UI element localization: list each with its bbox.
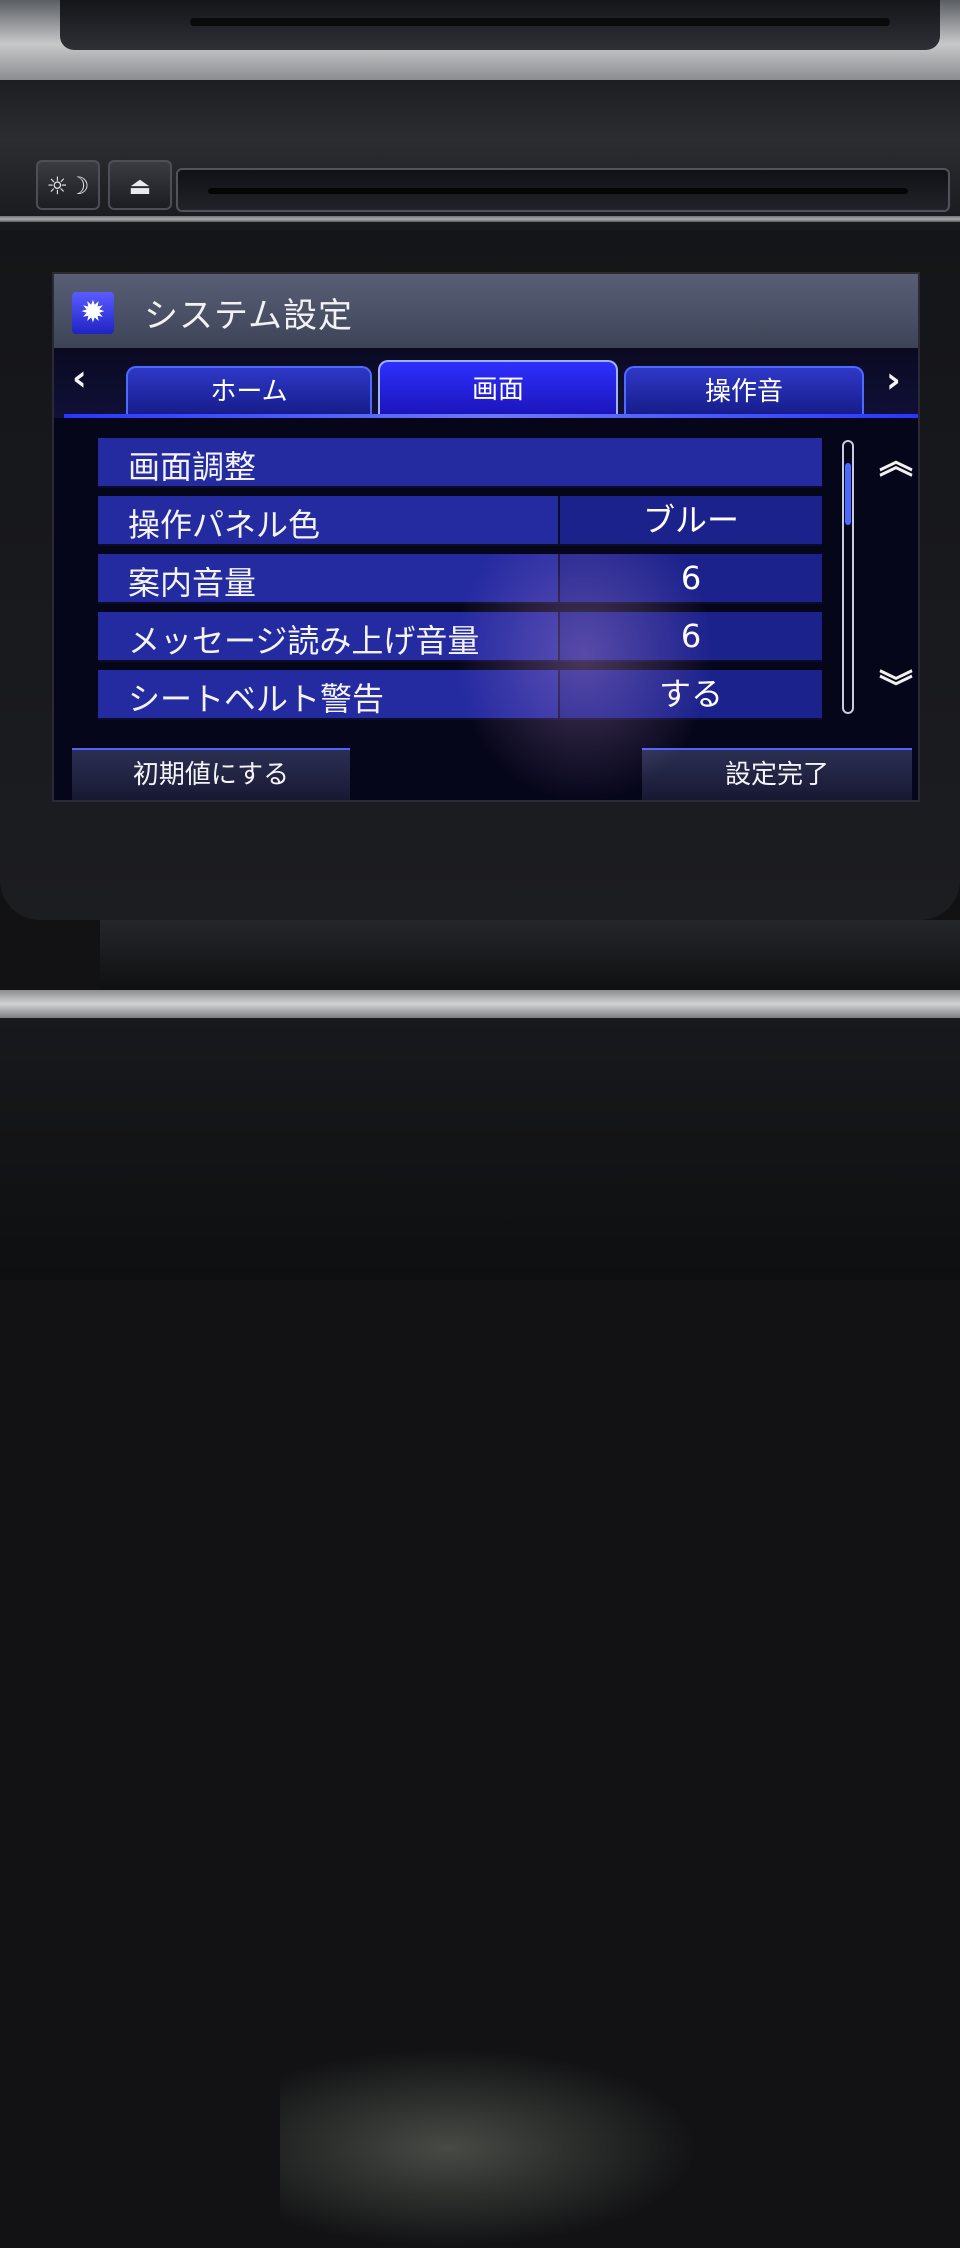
gear-icon: ✹ (72, 292, 114, 334)
page-down-icon[interactable]: ︾ (874, 668, 918, 712)
setting-row-panel-color[interactable]: 操作パネル色 ブルー (98, 496, 822, 546)
eject-icon: ⏏ (128, 172, 152, 200)
tab-operation-sound[interactable]: 操作音 (624, 366, 864, 414)
lower-panel (0, 1018, 960, 2248)
reset-defaults-button[interactable]: 初期値にする (72, 748, 350, 800)
tab-prev-icon[interactable]: ‹ (72, 358, 87, 399)
setting-label: シートベルト警告 (128, 680, 385, 718)
chrome-line (0, 216, 960, 222)
page-title: システム設定 (144, 296, 353, 336)
day-night-button[interactable]: ☼☽ (36, 160, 100, 210)
dashboard-trim-top (0, 0, 960, 80)
reflection (280, 2048, 700, 2248)
setting-label: 操作パネル色 (128, 506, 321, 544)
air-vent (60, 0, 940, 50)
tab-underline (64, 414, 918, 418)
tab-next-icon[interactable]: › (886, 360, 901, 401)
settings-done-label: 設定完了 (724, 760, 829, 790)
tab-screen[interactable]: 画面 (378, 360, 618, 416)
page-up-icon[interactable]: ︽ (874, 442, 918, 486)
setting-label: 案内音量 (128, 564, 257, 602)
navigation-screen: ✹ システム設定 ‹ ホーム 画面 操作音 › 画面調整 操作パネル色 ブルー … (52, 272, 920, 802)
dashboard-shelf (100, 920, 960, 990)
setting-row-seatbelt-warning[interactable]: シートベルト警告 する (98, 670, 822, 720)
setting-row-guidance-volume[interactable]: 案内音量 6 (98, 554, 822, 604)
setting-value: する (558, 670, 822, 718)
setting-label: 画面調整 (128, 448, 257, 486)
scrollbar-thumb[interactable] (845, 462, 851, 525)
title-bar: ✹ システム設定 (54, 274, 918, 348)
tab-home[interactable]: ホーム (126, 366, 372, 414)
scrollbar[interactable] (842, 440, 854, 714)
day-night-icon: ☼☽ (46, 172, 90, 200)
air-vent-slot (190, 18, 890, 26)
eject-button[interactable]: ⏏ (108, 160, 172, 210)
tab-screen-label: 画面 (471, 375, 524, 405)
reset-defaults-label: 初期値にする (132, 760, 290, 790)
tab-bar: ‹ ホーム 画面 操作音 › (54, 348, 918, 418)
tab-home-label: ホーム (210, 377, 288, 407)
setting-label: メッセージ読み上げ音量 (128, 622, 480, 660)
tab-operation-sound-label: 操作音 (704, 377, 783, 407)
disc-slot (176, 168, 950, 212)
dashboard-trim-lower (0, 990, 960, 1018)
setting-row-message-volume[interactable]: メッセージ読み上げ音量 6 (98, 612, 822, 662)
setting-value: ブルー (558, 496, 822, 544)
setting-value: 6 (558, 612, 822, 660)
settings-done-button[interactable]: 設定完了 (642, 748, 912, 800)
disc-slot-opening (208, 188, 908, 194)
setting-row-screen-adjust[interactable]: 画面調整 (98, 438, 822, 488)
setting-value: 6 (558, 554, 822, 602)
